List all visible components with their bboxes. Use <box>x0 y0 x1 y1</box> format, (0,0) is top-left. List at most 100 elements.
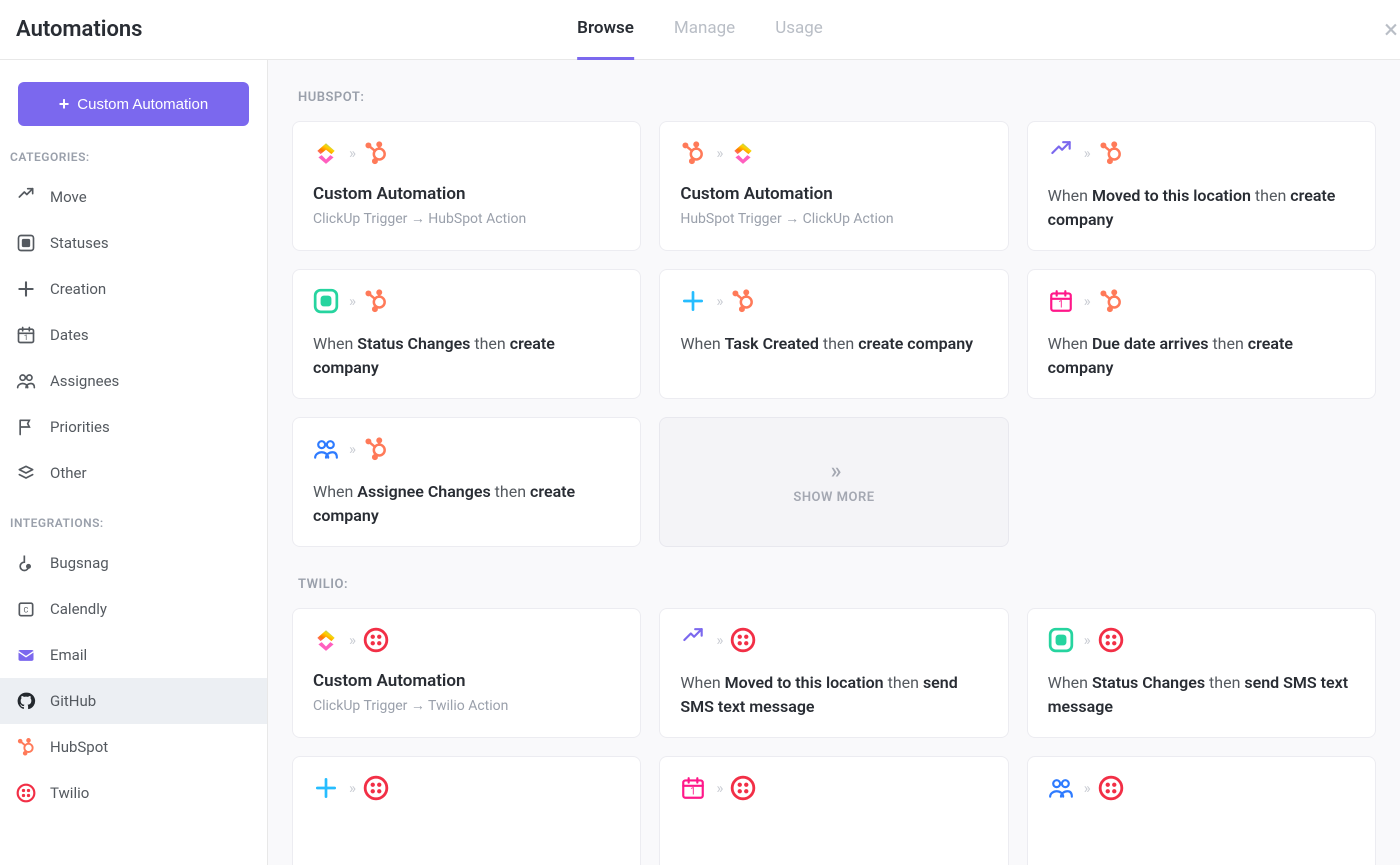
sidebar-item-hubspot[interactable]: HubSpot <box>0 724 267 770</box>
status-icon <box>16 233 36 253</box>
card-icons: » <box>680 627 987 653</box>
sidebar-item-priorities[interactable]: Priorities <box>0 404 267 450</box>
card-grid: » Custom Automation ClickUp Trigger → Hub… <box>292 121 1376 547</box>
chevron-right-icon: » <box>349 292 353 310</box>
sidebar-item-label: Priorities <box>50 418 110 436</box>
chevron-right-icon: » <box>716 779 720 797</box>
automation-card[interactable]: » <box>292 756 641 865</box>
sidebar-item-assignees[interactable]: Assignees <box>0 358 267 404</box>
show-more-label: SHOW MORE <box>793 490 874 505</box>
svg-text:1: 1 <box>1058 300 1063 311</box>
sidebar-item-calendly[interactable]: CCalendly <box>0 586 267 632</box>
people-icon <box>1048 775 1074 801</box>
hubspot-icon <box>680 140 706 166</box>
hubspot-icon <box>1098 140 1124 166</box>
chevron-right-icon: » <box>349 631 353 649</box>
card-icons: » <box>313 140 620 166</box>
automation-card[interactable]: 1 » When Due date arrives then create co… <box>1027 269 1376 399</box>
automation-card[interactable]: 1 » <box>659 756 1008 865</box>
arrow-icon <box>16 187 36 207</box>
plus-icon: + <box>59 95 70 113</box>
sidebar-item-label: HubSpot <box>50 738 108 756</box>
card-icons: » <box>313 775 620 801</box>
custom-automation-label: Custom Automation <box>77 96 208 113</box>
hubspot-icon <box>363 288 389 314</box>
header-tabs: Browse Manage Usage <box>577 0 823 60</box>
sidebar-item-dates[interactable]: 1Dates <box>0 312 267 358</box>
card-icons: » <box>680 140 987 166</box>
card-icons: » <box>313 288 620 314</box>
automation-card[interactable]: » When Status Changes then send SMS text… <box>1027 608 1376 738</box>
sidebar-item-move[interactable]: Move <box>0 174 267 220</box>
card-text: When Due date arrives then create compan… <box>1048 332 1355 380</box>
tab-manage[interactable]: Manage <box>674 0 735 60</box>
card-text: When Status Changes then create company <box>313 332 620 380</box>
card-text: When Moved to this location then create … <box>1048 184 1355 232</box>
sidebar-item-label: Creation <box>50 280 106 298</box>
automation-card[interactable]: » Custom Automation ClickUp Trigger → Hub… <box>292 121 641 251</box>
twilio-icon <box>1098 775 1124 801</box>
tab-browse[interactable]: Browse <box>577 0 634 60</box>
plus-icon <box>680 288 706 314</box>
chevron-right-icon: » <box>1084 779 1088 797</box>
sidebar-item-label: Move <box>50 188 87 206</box>
card-icons: » <box>313 436 620 462</box>
sidebar-item-label: Bugsnag <box>50 554 109 572</box>
card-grid: » Custom AutomationClickUp Trigger → Twi… <box>292 608 1376 865</box>
svg-text:C: C <box>24 605 29 614</box>
automation-card[interactable]: » Custom AutomationClickUp Trigger → Twi… <box>292 608 641 738</box>
custom-automation-button[interactable]: + Custom Automation <box>18 82 249 126</box>
automation-card[interactable]: » When Status Changes then create compan… <box>292 269 641 399</box>
sidebar-item-creation[interactable]: Creation <box>0 266 267 312</box>
group-label: TWILIO: <box>298 577 1376 592</box>
card-text: When Moved to this location then send SM… <box>680 671 987 719</box>
twilio-icon <box>16 783 36 803</box>
automation-card[interactable]: » When Moved to this location then creat… <box>1027 121 1376 251</box>
automation-card[interactable]: » Custom Automation HubSpot Trigger → Cli… <box>659 121 1008 251</box>
chevron-right-icon: » <box>831 459 838 484</box>
hubspot-icon <box>1098 288 1124 314</box>
sidebar-item-bugsnag[interactable]: Bugsnag <box>0 540 267 586</box>
arrow-icon <box>680 627 706 653</box>
card-icons: 1 » <box>1048 288 1355 314</box>
close-icon[interactable]: × <box>1384 15 1398 45</box>
hubspot-icon <box>730 288 756 314</box>
chevron-right-icon: » <box>349 440 353 458</box>
sidebar-item-label: Assignees <box>50 372 119 390</box>
hubspot-icon <box>363 436 389 462</box>
automation-card[interactable]: » When Task Created then create company <box>659 269 1008 399</box>
show-more-button[interactable]: » SHOW MORE <box>659 417 1008 547</box>
twilio-icon <box>363 775 389 801</box>
stack-icon <box>16 463 36 483</box>
sidebar-item-other[interactable]: Other <box>0 450 267 496</box>
calendar-icon: 1 <box>680 775 706 801</box>
card-icons: 1 » <box>680 775 987 801</box>
sidebar-item-twilio[interactable]: Twilio <box>0 770 267 816</box>
card-subtitle: ClickUp Trigger → HubSpot Action <box>313 210 620 227</box>
card-subtitle: HubSpot Trigger → ClickUp Action <box>680 210 987 227</box>
automation-card[interactable]: » <box>1027 756 1376 865</box>
card-title: Custom Automation <box>313 184 620 204</box>
card-text: When Task Created then create company <box>680 332 987 356</box>
bugsnag-icon <box>16 553 36 573</box>
plus-icon <box>313 775 339 801</box>
sidebar-item-github[interactable]: GitHub <box>0 678 267 724</box>
chevron-right-icon: » <box>716 631 720 649</box>
svg-text:1: 1 <box>691 787 696 798</box>
sidebar-item-statuses[interactable]: Statuses <box>0 220 267 266</box>
chevron-right-icon: » <box>349 144 353 162</box>
status-icon <box>1048 627 1074 653</box>
sidebar-item-label: Dates <box>50 326 89 344</box>
twilio-icon <box>730 775 756 801</box>
people-icon <box>313 436 339 462</box>
automation-card[interactable]: » When Assignee Changes then create comp… <box>292 417 641 547</box>
github-icon <box>16 691 36 711</box>
tab-usage[interactable]: Usage <box>775 0 823 60</box>
chevron-right-icon: » <box>349 779 353 797</box>
automation-card[interactable]: » When Moved to this location then send … <box>659 608 1008 738</box>
hubspot-icon <box>16 737 36 757</box>
card-title: Custom Automation <box>680 184 987 204</box>
twilio-icon <box>363 627 389 653</box>
chevron-right-icon: » <box>1084 631 1088 649</box>
sidebar-item-email[interactable]: Email <box>0 632 267 678</box>
